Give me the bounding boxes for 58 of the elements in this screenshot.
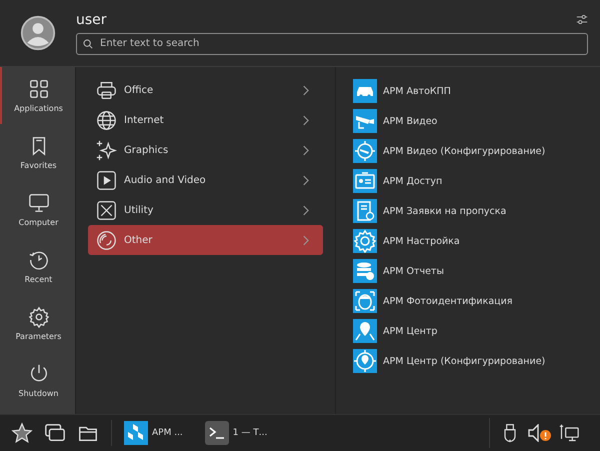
settings-icon xyxy=(28,306,50,328)
user-name: user xyxy=(76,12,107,28)
app-item[interactable]: АРМ Центр (Конфигурирование) xyxy=(353,346,600,376)
chevron-icon xyxy=(302,204,309,216)
sidebar-item[interactable]: Shutdown xyxy=(0,352,75,409)
gear-icon xyxy=(353,229,377,253)
app-item[interactable]: АРМ Заявки на пропуска xyxy=(353,196,600,226)
car-icon xyxy=(353,79,377,103)
app-item[interactable]: АРМ Доступ xyxy=(353,166,600,196)
disc-icon xyxy=(96,230,117,250)
search-field[interactable]: Enter text to search xyxy=(76,32,588,54)
apps-grid-icon xyxy=(28,78,50,100)
chevron-icon xyxy=(302,84,309,96)
tools-icon xyxy=(96,200,117,220)
camera-icon xyxy=(353,109,377,133)
category-item[interactable]: Other xyxy=(88,225,323,255)
sidebar-item[interactable]: Favorites xyxy=(0,124,75,181)
sparkle-icon xyxy=(96,140,117,160)
taskbar-button[interactable]: 1 — Т... xyxy=(200,419,272,447)
category-item[interactable]: Office xyxy=(88,75,323,105)
avatar-icon xyxy=(20,15,56,51)
app-item[interactable]: АРМ Видео (Конфигурирование) xyxy=(353,136,600,166)
chevron-icon xyxy=(302,144,309,156)
category-item[interactable]: Utility xyxy=(88,195,323,225)
clock-icon xyxy=(28,249,50,271)
document-icon xyxy=(353,199,377,223)
settings-icon[interactable] xyxy=(576,14,588,25)
network-icon[interactable] xyxy=(559,423,579,443)
play-icon xyxy=(96,170,117,190)
windows-icon[interactable] xyxy=(44,422,66,444)
printer-icon xyxy=(96,80,117,100)
taskbar-button[interactable]: АРМ ... xyxy=(120,419,187,447)
category-item[interactable]: Internet xyxy=(88,105,323,135)
terminal-icon xyxy=(204,421,229,445)
globe-icon xyxy=(96,110,117,130)
chevron-icon xyxy=(302,174,309,186)
sidebar-item[interactable]: Computer xyxy=(0,181,75,238)
database-icon xyxy=(353,259,377,283)
monitor-icon xyxy=(28,192,50,214)
app-item[interactable]: АРМ Видео xyxy=(353,106,600,136)
search-icon xyxy=(83,38,93,48)
cubes-icon xyxy=(124,421,148,445)
chevron-icon xyxy=(302,234,309,246)
app-item[interactable]: АРМ Настройка xyxy=(353,226,600,256)
id-card-icon xyxy=(353,169,377,193)
star-icon[interactable] xyxy=(11,422,33,444)
sidebar-item[interactable]: Recent xyxy=(0,238,75,295)
chevron-icon xyxy=(302,114,309,126)
app-item[interactable]: АРМ АвтоКПП xyxy=(353,76,600,106)
face-icon xyxy=(353,289,377,313)
category-item[interactable]: Audio and Video xyxy=(88,165,323,195)
app-item[interactable]: АРМ Отчеты xyxy=(353,256,600,286)
app-item[interactable]: АРМ Фотоидентификация xyxy=(353,286,600,316)
app-item[interactable]: АРМ Центр xyxy=(353,316,600,346)
category-item[interactable]: Graphics xyxy=(88,135,323,165)
map-pin-icon xyxy=(353,319,377,343)
speaker-icon[interactable] xyxy=(528,424,539,442)
sidebar-item[interactable]: Parameters xyxy=(0,295,75,352)
